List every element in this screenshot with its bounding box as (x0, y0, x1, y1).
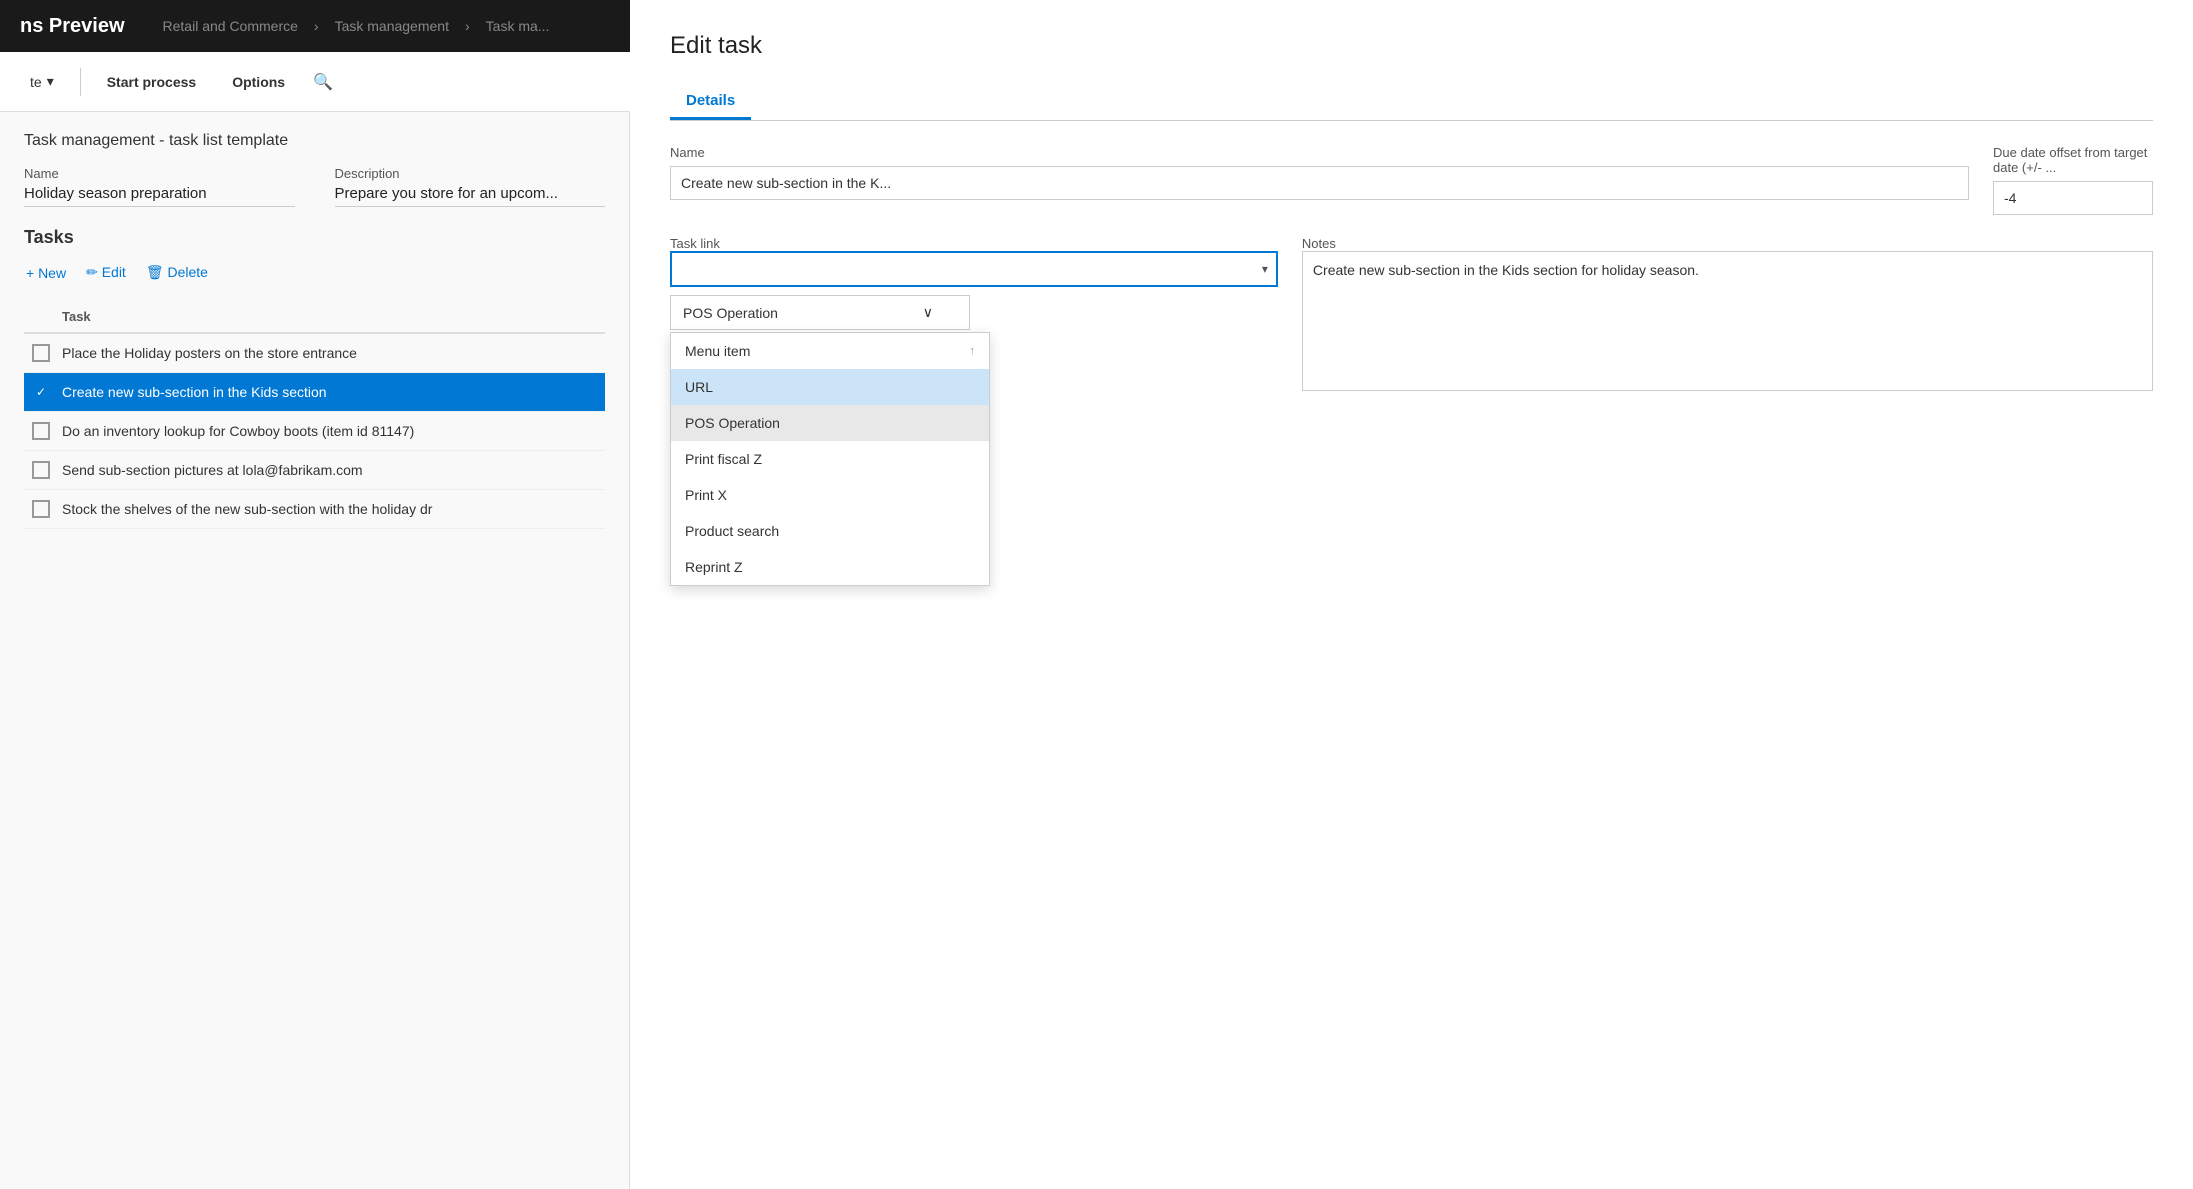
pos-menu-item-reprint-z[interactable]: Reprint Z (671, 549, 989, 585)
search-icon: 🔍 (313, 72, 333, 92)
start-process-button[interactable]: Start process (93, 68, 210, 96)
pos-menu-item-label-fiscal: Print fiscal Z (685, 451, 762, 467)
new-task-label: + New (26, 265, 66, 281)
pos-dropdown-selected-label: POS Operation (683, 305, 778, 321)
description-field-col: Description Prepare you store for an upc… (335, 166, 606, 207)
task-link-2[interactable]: Create new sub-section in the Kids secti… (62, 384, 327, 400)
pos-menu-item-label-pos: POS Operation (685, 415, 780, 431)
due-date-form-group: Due date offset from target date (+/- ..… (1993, 145, 2153, 215)
breadcrumb-sep-1: › (314, 18, 319, 34)
pos-menu-item-label-product: Product search (685, 523, 779, 539)
app-title: ns Preview (20, 15, 125, 38)
list-item[interactable]: Stock the shelves of the new sub-section… (24, 490, 605, 529)
breadcrumb-task-ma[interactable]: Task ma... (486, 18, 550, 34)
breadcrumb: Retail and Commerce › Task management › … (155, 18, 558, 34)
update-dropdown-btn[interactable]: te ▾ (16, 67, 68, 96)
notes-label: Notes (1302, 236, 1336, 251)
task-column-header: Task (62, 309, 91, 324)
pos-dropdown-button[interactable]: POS Operation ∨ (670, 295, 970, 330)
update-label: te (30, 74, 42, 90)
task-link-dropdown[interactable] (670, 251, 1278, 287)
section-title-tasks: Tasks (24, 227, 605, 248)
task-header-row: Task (24, 301, 605, 334)
edit-task-button[interactable]: ✏ Edit (84, 260, 128, 285)
pos-menu-item-label-reprint: Reprint Z (685, 559, 743, 575)
notes-group: Notes Create new sub-section in the Kids… (1302, 235, 2153, 394)
name-value: Holiday season preparation (24, 185, 295, 207)
task-text-3: Do an inventory lookup for Cowboy boots … (62, 423, 414, 439)
task-link-notes-row: Task link ▾ POS Operation ∨ (670, 235, 2153, 394)
task-checkbox-2[interactable]: ✓ (32, 383, 50, 401)
due-date-label: Due date offset from target date (+/- ..… (1993, 145, 2153, 175)
options-label: Options (232, 74, 285, 90)
pos-menu-item-menu-item[interactable]: Menu item ↑ (671, 333, 989, 369)
task-checkbox-1[interactable] (32, 344, 50, 362)
new-task-button[interactable]: + New (24, 261, 68, 285)
delete-task-button[interactable]: 🗑 Delete (144, 260, 210, 285)
description-value: Prepare you store for an upcom... (335, 185, 606, 207)
search-button[interactable]: 🔍 (307, 66, 339, 98)
list-item[interactable]: Do an inventory lookup for Cowboy boots … (24, 412, 605, 451)
name-form-group: Name document.querySelector('[data-name=… (670, 145, 1969, 215)
tabs: Details (670, 84, 2153, 121)
dropdown-arrow-icon: ▾ (47, 73, 54, 90)
tasks-toolbar: + New ✏ Edit 🗑 Delete (24, 260, 605, 285)
options-button[interactable]: Options (218, 68, 299, 96)
pos-menu-item-label-printx: Print X (685, 487, 727, 503)
notes-textarea[interactable]: Create new sub-section in the Kids secti… (1302, 251, 2153, 391)
name-field-col: Name Holiday season preparation (24, 166, 295, 207)
list-item[interactable]: Place the Holiday posters on the store e… (24, 334, 605, 373)
field-row-name-desc: Name Holiday season preparation Descript… (24, 166, 605, 207)
task-checkbox-4[interactable] (32, 461, 50, 479)
task-list: Place the Holiday posters on the store e… (24, 334, 605, 529)
edit-task-label: ✏ Edit (86, 264, 126, 281)
pos-menu-item-product-search[interactable]: Product search (671, 513, 989, 549)
pos-menu-item-pos-operation[interactable]: POS Operation (671, 405, 989, 441)
toolbar-divider-1 (80, 68, 81, 96)
pos-dropdown-menu: Menu item ↑ URL POS Operation Print fisc… (670, 332, 990, 586)
breadcrumb-retail[interactable]: Retail and Commerce (163, 18, 298, 34)
delete-task-label: 🗑 Delete (146, 264, 208, 281)
tab-details[interactable]: Details (670, 84, 751, 120)
task-checkbox-3[interactable] (32, 422, 50, 440)
edit-task-title: Edit task (670, 32, 2153, 60)
pos-menu-item-print-fiscal-z[interactable]: Print fiscal Z (671, 441, 989, 477)
due-date-input[interactable] (1993, 181, 2153, 215)
pos-menu-scroll-area[interactable]: Menu item ↑ URL POS Operation Print fisc… (671, 333, 989, 585)
task-text-1: Place the Holiday posters on the store e… (62, 345, 357, 361)
page-subtitle: Task management - task list template (24, 132, 605, 150)
list-item[interactable]: ✓ Create new sub-section in the Kids sec… (24, 373, 605, 412)
pos-menu-item-label-menu: Menu item (685, 343, 750, 359)
pos-menu-item-print-x[interactable]: Print X (671, 477, 989, 513)
form-name-due-row: Name document.querySelector('[data-name=… (670, 145, 2153, 215)
left-panel: Task management - task list template Nam… (0, 112, 630, 1189)
task-link-dropdown-wrapper: ▾ (670, 251, 1278, 287)
pos-dropdown-container: POS Operation ∨ Menu item ↑ URL (670, 295, 1278, 330)
description-label: Description (335, 166, 606, 181)
task-text-4: Send sub-section pictures at lola@fabrik… (62, 462, 363, 478)
task-link-label: Task link (670, 236, 720, 251)
name-form-input[interactable] (670, 166, 1969, 200)
breadcrumb-task-mgmt[interactable]: Task management (335, 18, 449, 34)
pos-dropdown-chevron-icon: ∨ (923, 304, 933, 321)
list-item[interactable]: Send sub-section pictures at lola@fabrik… (24, 451, 605, 490)
pos-dropdown-wrapper: POS Operation ∨ Menu item ↑ URL (670, 295, 970, 330)
right-panel: Edit task Details Name document.querySel… (630, 0, 2193, 1189)
task-checkbox-5[interactable] (32, 500, 50, 518)
name-label: Name (24, 166, 295, 181)
breadcrumb-sep-2: › (465, 18, 470, 34)
task-text-5: Stock the shelves of the new sub-section… (62, 501, 432, 517)
pos-menu-item-label-url: URL (685, 379, 713, 395)
start-process-label: Start process (107, 74, 196, 90)
pos-menu-item-url[interactable]: URL (671, 369, 989, 405)
toolbar: te ▾ Start process Options 🔍 (0, 52, 630, 112)
task-link-group: Task link ▾ POS Operation ∨ (670, 235, 1278, 330)
name-form-label: Name (670, 145, 1969, 160)
menu-up-arrow-icon: ↑ (970, 345, 976, 357)
